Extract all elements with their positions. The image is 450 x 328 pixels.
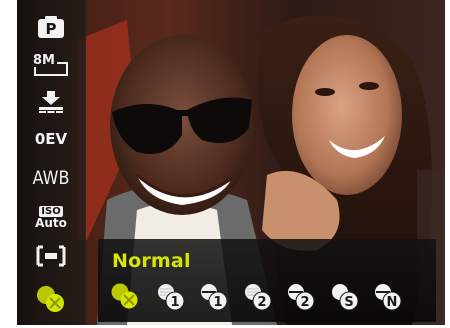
sidebar-item-exposure[interactable]: 0EV — [25, 122, 77, 156]
color-bw-icon: N — [375, 284, 402, 311]
option-badge: 2 — [257, 295, 266, 310]
color-mode-panel: Normal 1 1 2 2 S N — [98, 239, 436, 322]
option-soft-1[interactable]: 1 — [199, 282, 229, 312]
option-sepia[interactable]: S — [330, 282, 360, 312]
quality-icon — [39, 91, 63, 113]
image-size-icon: 8M — [33, 53, 68, 76]
sidebar-item-quality[interactable] — [25, 85, 77, 119]
color-vivid-1-icon: 1 — [158, 284, 185, 311]
option-badge: 1 — [170, 295, 179, 310]
program-mode-icon: P — [38, 16, 64, 38]
option-bw[interactable]: N — [373, 282, 403, 312]
option-vivid-2[interactable]: 2 — [243, 282, 273, 312]
color-soft-2-icon: 2 — [288, 284, 315, 311]
color-normal-icon — [111, 283, 138, 309]
color-vivid-2-icon: 2 — [245, 284, 272, 311]
panel-title: Normal — [112, 250, 191, 272]
option-badge: N — [387, 295, 398, 310]
iso-value-label: Auto — [35, 216, 67, 230]
image-size-label: 8M — [33, 53, 55, 68]
sidebar-item-image-size[interactable]: 8M — [25, 47, 77, 81]
sidebar-item-iso[interactable]: ISO Auto — [25, 200, 77, 236]
sidebar-item-white-balance[interactable]: AWB — [25, 160, 77, 194]
white-balance-label: AWB — [32, 166, 70, 188]
program-mode-label: P — [46, 20, 57, 38]
sidebar-item-color-mode[interactable] — [25, 282, 77, 316]
color-soft-1-icon: 1 — [201, 284, 228, 311]
exposure-label: 0EV — [34, 130, 68, 148]
option-badge: S — [344, 295, 353, 310]
settings-sidebar: P 8M 0EV AWB ISO Auto — [17, 0, 86, 325]
option-badge: 1 — [213, 295, 222, 310]
option-normal[interactable] — [110, 282, 140, 312]
option-soft-2[interactable]: 2 — [286, 282, 316, 312]
color-sepia-icon: S — [332, 284, 359, 311]
sidebar-item-program-mode[interactable]: P — [25, 10, 77, 44]
metering-icon — [36, 245, 66, 267]
option-badge: 2 — [300, 295, 309, 310]
sidebar-item-metering[interactable] — [25, 239, 77, 273]
camera-screen: P 8M 0EV AWB ISO Auto Normal 1 1 2 2 S N — [17, 0, 445, 325]
option-vivid-1[interactable]: 1 — [156, 282, 186, 312]
color-mode-icon — [37, 286, 64, 312]
